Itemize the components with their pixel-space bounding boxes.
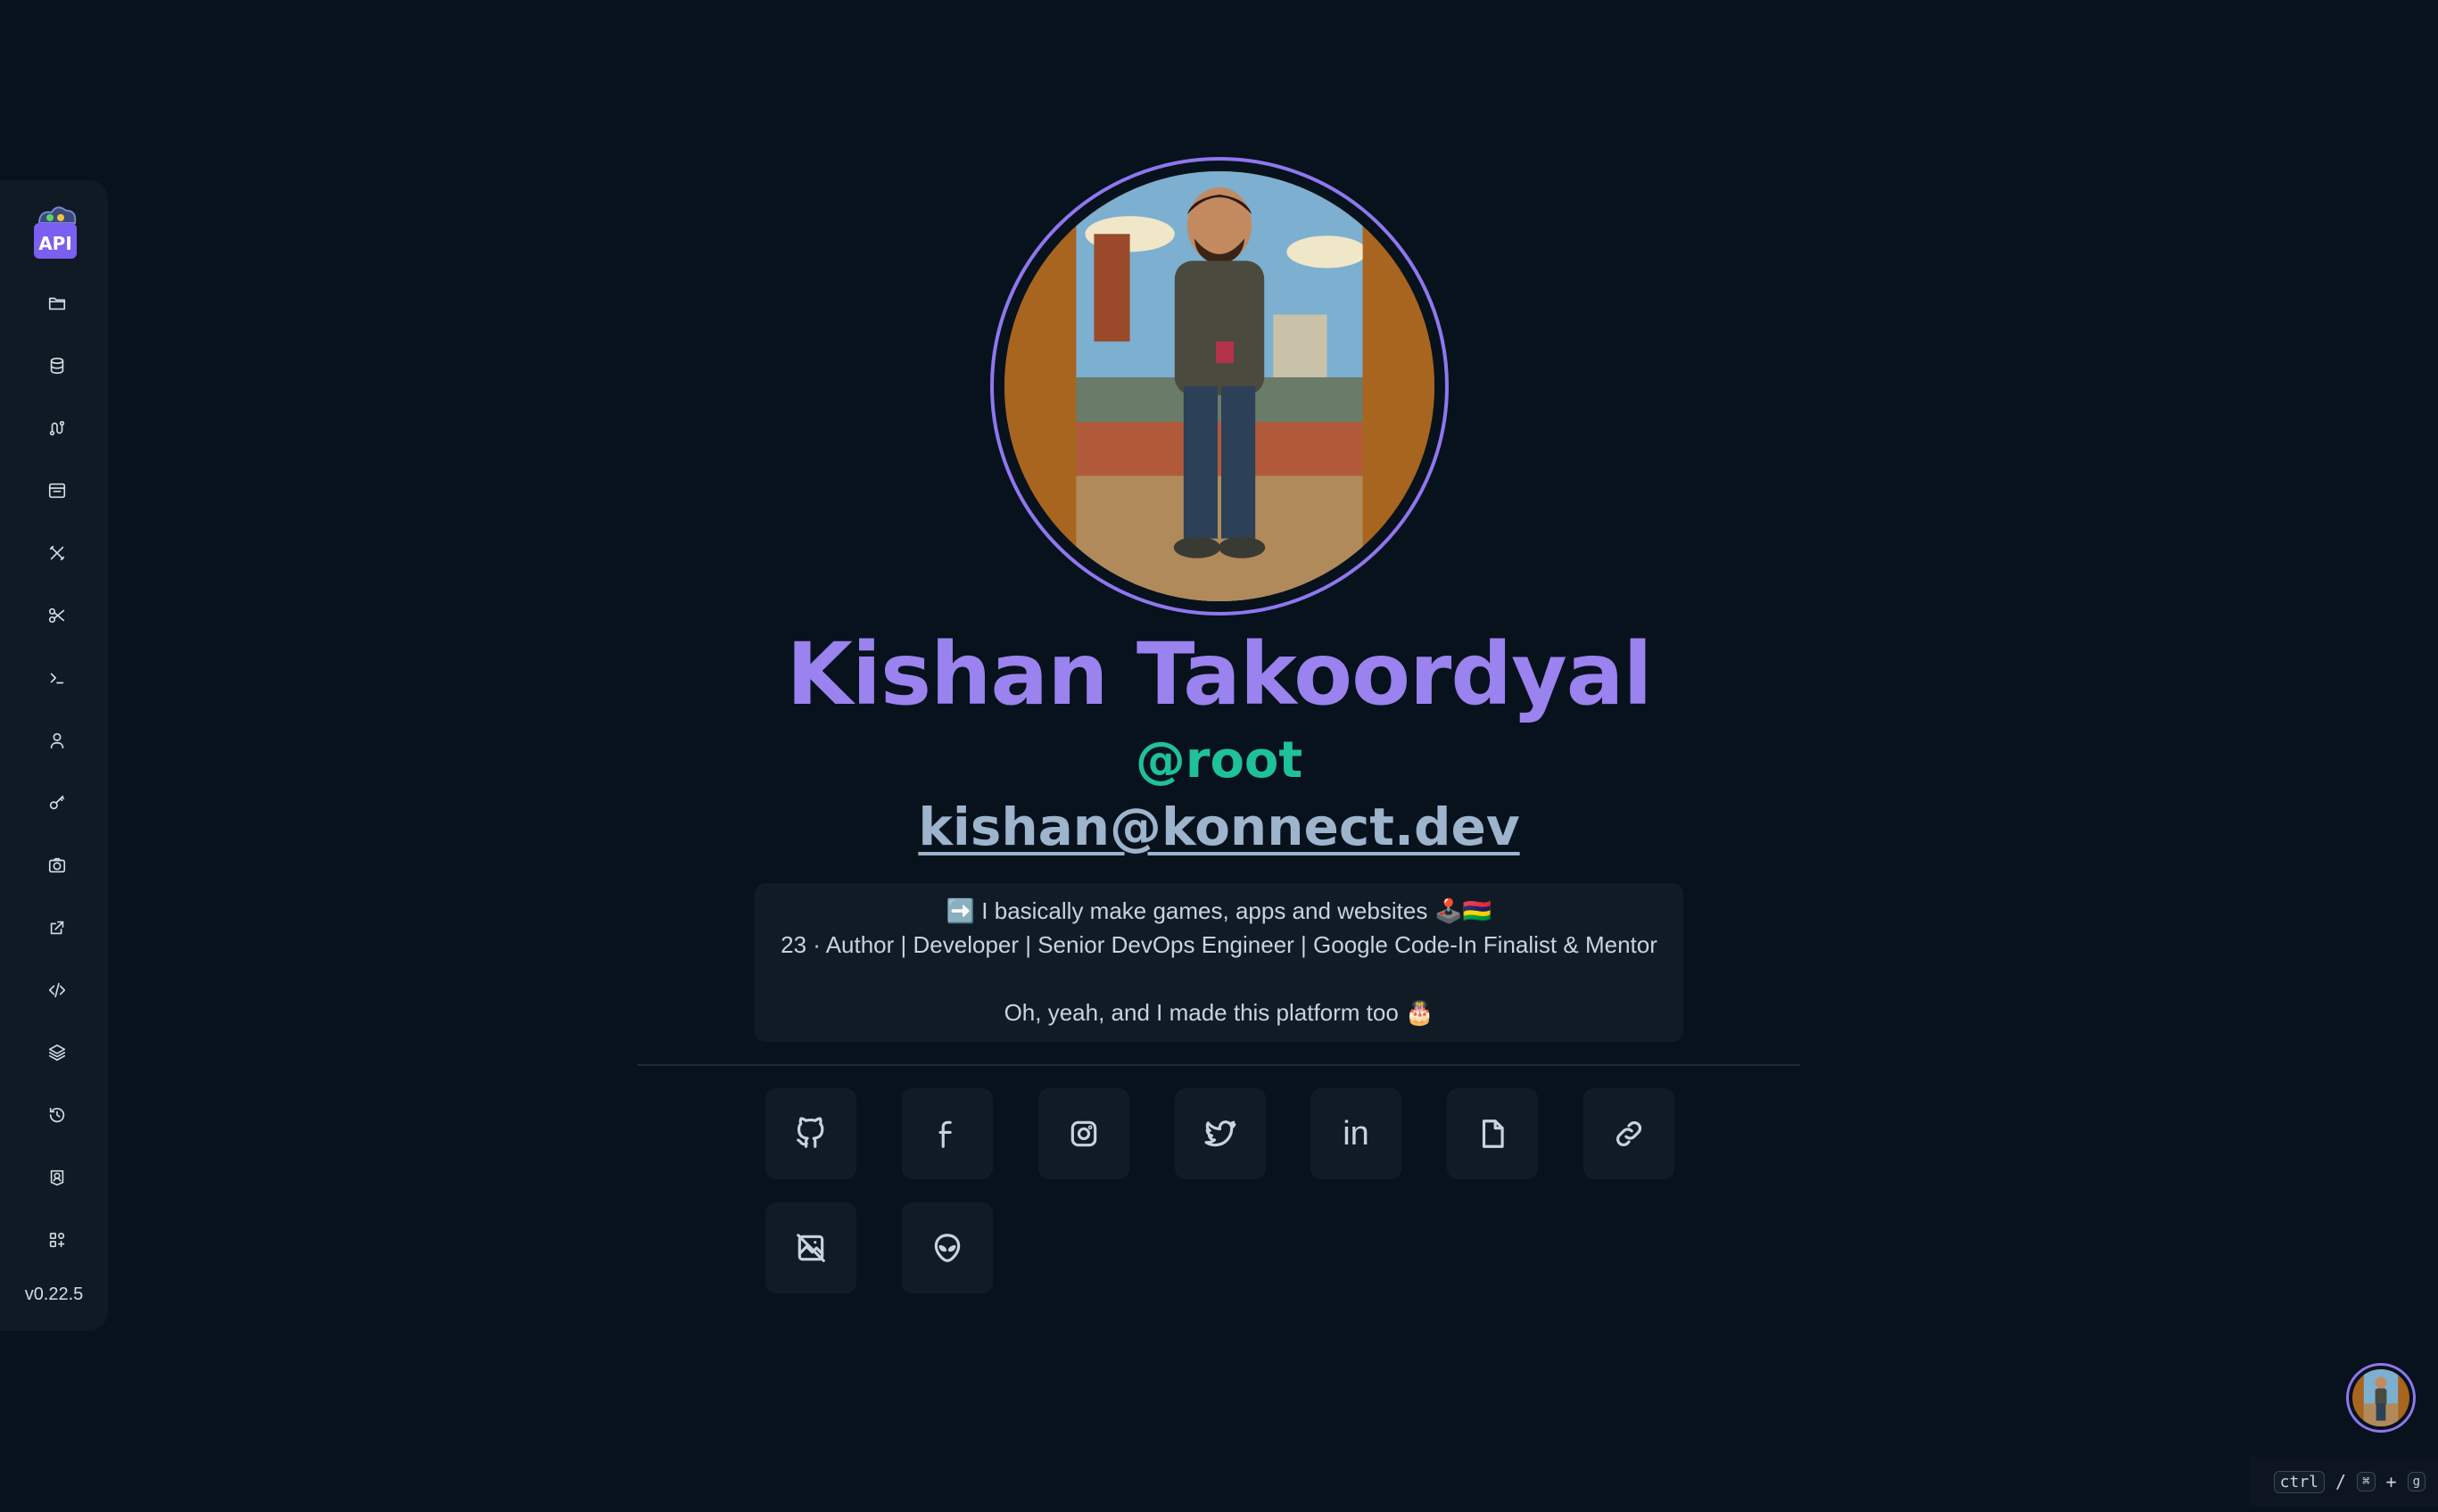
shortcut-key-cmd: ⌘ <box>2357 1472 2376 1491</box>
email-link[interactable]: kishan@konnect.dev <box>918 797 1519 857</box>
shortcut-key-ctrl: ctrl <box>2273 1470 2326 1493</box>
sidebar-item-apps[interactable] <box>36 1219 79 1261</box>
profile-handle: @root <box>1135 731 1303 789</box>
profile-email: kishan@konnect.dev <box>0 797 2438 857</box>
external-link-icon <box>50 921 64 935</box>
api-logo-icon[interactable]: API <box>30 203 80 262</box>
twitter-icon <box>1204 1120 1236 1147</box>
database-icon <box>50 357 64 375</box>
link-icon <box>1616 1121 1641 1146</box>
scissors-icon <box>48 607 65 624</box>
website-link[interactable] <box>1583 1088 1674 1179</box>
logo-text: API <box>38 233 72 254</box>
document-icon <box>1482 1120 1504 1148</box>
folder-icon <box>48 297 66 310</box>
app-version: v0.22.5 <box>24 1285 84 1304</box>
sidebar-item-external[interactable] <box>36 906 79 949</box>
sidebar-item-user-badge[interactable] <box>36 1156 79 1199</box>
github-icon <box>797 1117 824 1148</box>
avatar <box>2352 1369 2409 1426</box>
twitter-link[interactable] <box>1175 1088 1266 1179</box>
profile-bio: ➡️ I basically make games, apps and webs… <box>755 883 1683 1042</box>
user-avatar-button[interactable] <box>2346 1363 2416 1433</box>
browser-window-icon <box>48 483 66 499</box>
apps-icon <box>49 1232 65 1248</box>
alien-icon <box>934 1234 961 1262</box>
sidebar-item-tools[interactable] <box>36 532 79 574</box>
sidebar-item-layers[interactable] <box>36 1031 79 1074</box>
linkedin-link[interactable]: in <box>1310 1088 1401 1179</box>
code-icon <box>48 982 66 998</box>
sidebar-item-browser[interactable] <box>36 469 79 512</box>
camera-icon <box>48 857 66 873</box>
instagram-icon <box>1070 1120 1097 1147</box>
bio-line-1: ➡️ I basically make games, apps and webs… <box>946 897 1492 924</box>
sidebar-item-collections[interactable] <box>36 282 79 325</box>
gallery-link[interactable] <box>765 1202 856 1293</box>
document-link[interactable] <box>1447 1088 1538 1179</box>
bio-line-3: Oh, yeah, and I made this platform too 🎂 <box>1004 999 1434 1026</box>
profile-avatar <box>990 157 1449 616</box>
sidebar-item-routes[interactable] <box>36 407 79 450</box>
facebook-link[interactable] <box>902 1088 993 1179</box>
photo-off-icon <box>797 1234 825 1262</box>
shortcut-plus: + <box>2385 1471 2397 1492</box>
facebook-icon <box>938 1120 952 1148</box>
bio-line-2: 23 · Author | Developer | Senior DevOps … <box>781 931 1657 958</box>
tools-icon <box>49 545 65 561</box>
shortcut-key-g: g <box>2407 1472 2426 1491</box>
divider <box>637 1064 1800 1066</box>
alien-link[interactable] <box>902 1202 993 1293</box>
shortcut-separator: / <box>2335 1471 2347 1492</box>
history-icon <box>49 1107 65 1123</box>
sidebar-item-code[interactable] <box>36 969 79 1012</box>
layers-icon <box>48 1044 66 1062</box>
sidebar-item-database[interactable] <box>36 344 79 387</box>
user-badge-icon <box>50 1169 64 1186</box>
instagram-link[interactable] <box>1038 1088 1129 1179</box>
sidebar-item-history[interactable] <box>36 1094 79 1136</box>
keyboard-shortcut-hint: ctrl / ⌘ + g <box>2250 1457 2438 1507</box>
profile-avatar-image <box>1004 171 1434 601</box>
profile-name: Kishan Takoordyal <box>786 624 1653 724</box>
route-icon <box>49 420 65 436</box>
github-link[interactable] <box>765 1088 856 1179</box>
linkedin-icon: in <box>1343 1114 1369 1153</box>
